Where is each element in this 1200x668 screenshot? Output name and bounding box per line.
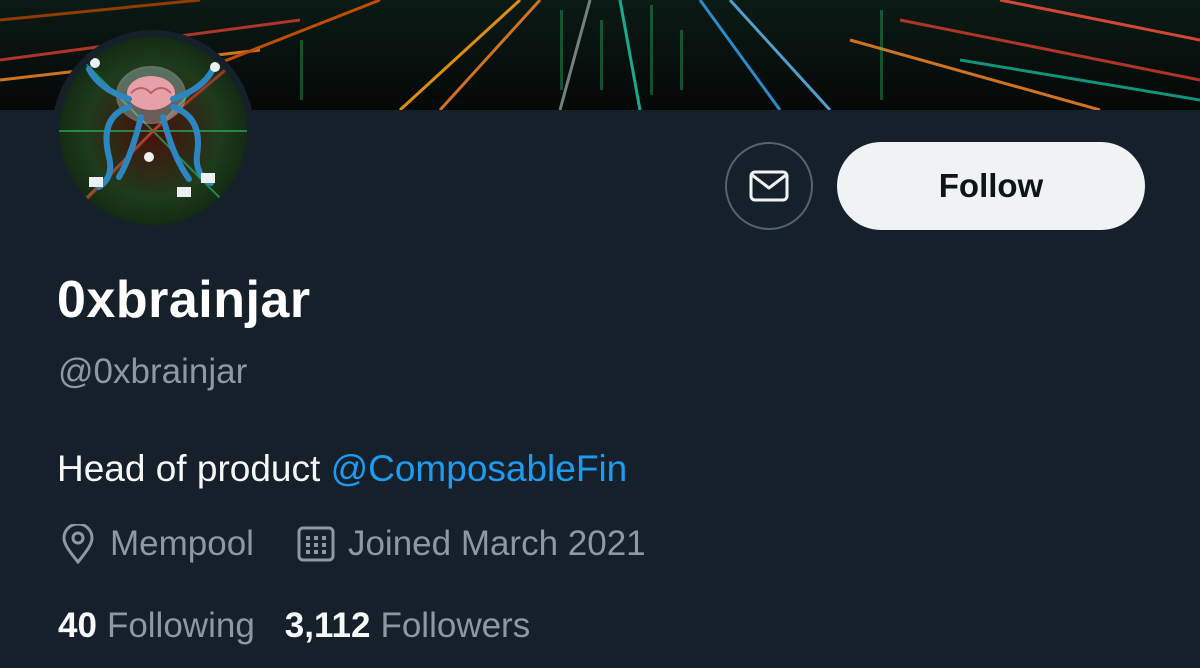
followers-count: 3,112 — [284, 606, 371, 645]
followers-label: Followers — [380, 606, 531, 645]
followers-link[interactable]: 3,112 Followers — [285, 606, 530, 646]
profile-bio: Head of product @ComposableFin — [57, 448, 627, 490]
bio-mention-link[interactable]: @ComposableFin — [331, 448, 628, 489]
message-button[interactable] — [725, 142, 813, 230]
profile-meta: Mempool Joined March 2021 — [58, 522, 646, 566]
display-name: 0xbrainjar — [57, 271, 311, 329]
profile-page: Follow 0xbrainjar @0xbrainjar Head of pr… — [0, 0, 1200, 668]
following-label: Following — [106, 606, 255, 645]
envelope-icon — [749, 170, 789, 202]
following-count: 40 — [58, 606, 97, 645]
calendar-icon — [296, 522, 336, 566]
location-text: Mempool — [110, 524, 254, 563]
avatar[interactable] — [52, 30, 254, 232]
follow-button[interactable]: Follow — [837, 142, 1145, 230]
joined-item: Joined March 2021 — [296, 522, 646, 566]
profile-stats: 40 Following 3,112 Followers — [58, 606, 530, 646]
location-item: Mempool — [58, 522, 254, 566]
joined-text: Joined March 2021 — [347, 524, 646, 563]
bio-text: Head of product — [57, 448, 331, 489]
following-link[interactable]: 40 Following — [58, 606, 255, 646]
user-handle: @0xbrainjar — [58, 352, 248, 391]
location-pin-icon — [58, 522, 98, 566]
avatar-image — [59, 37, 247, 225]
